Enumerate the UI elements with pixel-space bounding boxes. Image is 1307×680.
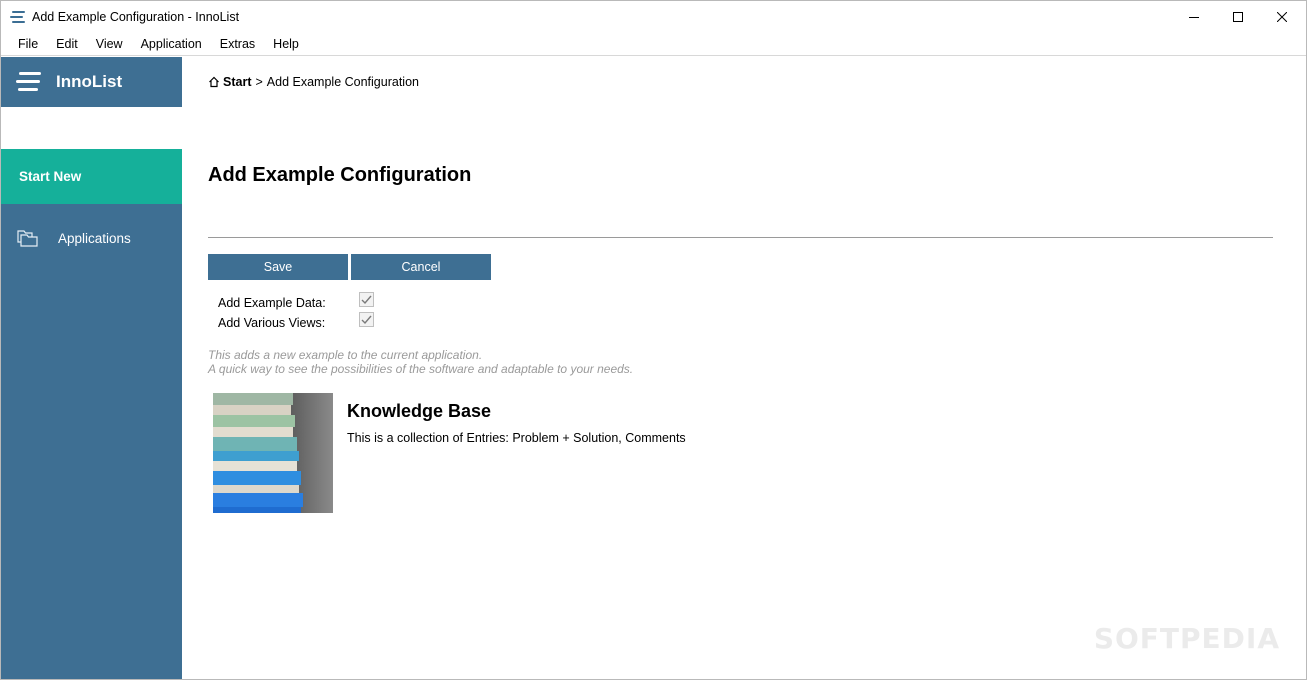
title-bar: Add Example Configuration - InnoList — [1, 1, 1306, 32]
hint-line: A quick way to see the possibilities of … — [208, 362, 634, 376]
sidebar: InnoList Start New Applications — [1, 57, 182, 679]
folders-icon — [17, 230, 38, 247]
sidebar-item-label: Applications — [58, 230, 131, 246]
option-add-example-data-label: Add Example Data: — [218, 296, 326, 310]
breadcrumb-home[interactable]: Start — [223, 75, 251, 89]
option-add-various-views-label: Add Various Views: — [218, 316, 326, 330]
menu-file[interactable]: File — [9, 37, 47, 51]
example-description: This is a collection of Entries: Problem… — [347, 431, 686, 445]
breadcrumb-current: Add Example Configuration — [266, 75, 419, 89]
menu-view[interactable]: View — [87, 37, 132, 51]
breadcrumb: Start > Add Example Configuration — [208, 75, 419, 89]
checkmark-icon — [361, 295, 372, 304]
brand-name: InnoList — [56, 72, 123, 91]
books-stack-image — [213, 393, 333, 513]
minimize-icon — [1189, 16, 1199, 18]
add-various-views-checkbox[interactable] — [359, 312, 374, 327]
hint-line: This adds a new example to the current a… — [208, 348, 483, 362]
minimize-button[interactable] — [1171, 1, 1217, 32]
window-title: Add Example Configuration - InnoList — [32, 9, 240, 24]
app-window: Add Example Configuration - InnoList Fil… — [0, 0, 1307, 680]
sidebar-brand: InnoList — [1, 57, 182, 107]
maximize-button[interactable] — [1215, 1, 1261, 32]
watermark: SOFTPEDIA — [1093, 622, 1280, 655]
menu-help[interactable]: Help — [264, 37, 308, 51]
checkmark-icon — [361, 315, 372, 324]
menu-edit[interactable]: Edit — [47, 37, 87, 51]
menu-extras[interactable]: Extras — [211, 37, 264, 51]
app-menu-icon — [10, 10, 26, 24]
add-example-data-checkbox[interactable] — [359, 292, 374, 307]
page-title: Add Example Configuration — [208, 164, 472, 186]
main-content: Start > Add Example Configuration Add Ex… — [182, 57, 1306, 679]
hamburger-menu-icon[interactable] — [16, 72, 42, 92]
divider — [208, 237, 1273, 238]
cancel-button[interactable]: Cancel — [351, 254, 491, 280]
example-title: Knowledge Base — [347, 401, 492, 421]
menu-application[interactable]: Application — [132, 37, 211, 51]
sidebar-item-start-new[interactable]: Start New — [1, 149, 182, 204]
sidebar-item-label: Start New — [19, 169, 82, 184]
close-button[interactable] — [1259, 1, 1305, 32]
close-icon — [1277, 11, 1287, 22]
sidebar-item-applications[interactable]: Applications — [1, 204, 182, 272]
maximize-icon — [1233, 11, 1243, 22]
home-icon[interactable] — [208, 76, 220, 88]
breadcrumb-separator: > — [255, 75, 263, 89]
save-button[interactable]: Save — [208, 254, 348, 280]
menu-bar: File Edit View Application Extras Help — [1, 32, 1306, 56]
sidebar-spacer — [1, 107, 182, 149]
